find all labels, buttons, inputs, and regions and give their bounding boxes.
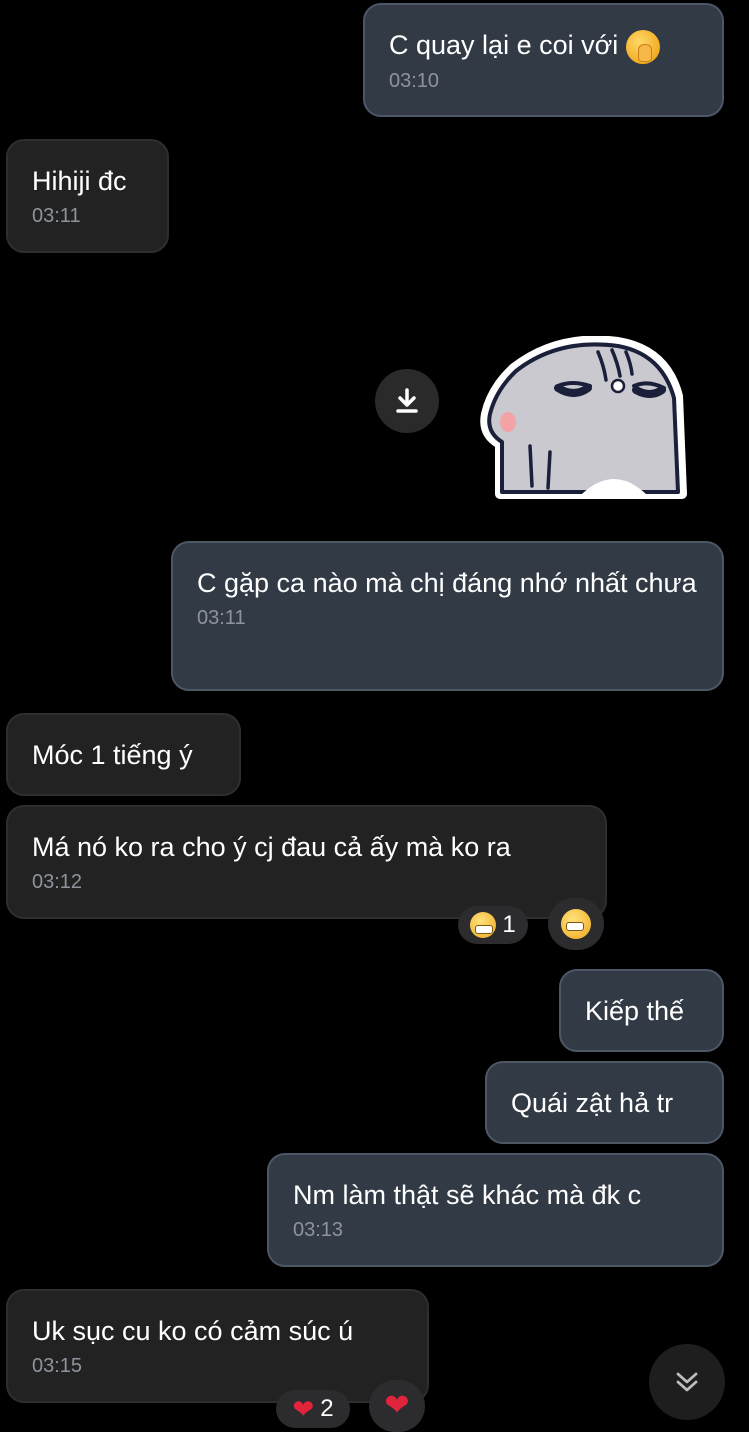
reaction-count: 1 [502, 911, 516, 938]
sticker[interactable] [478, 335, 688, 501]
message-bubble-outgoing[interactable]: C quay lại e coi với 03:10 [363, 3, 724, 117]
message-bubble-outgoing[interactable]: Nm làm thật sẽ khác mà đk c 03:13 [267, 1153, 724, 1267]
message-text: Hihiji đc [32, 166, 127, 196]
download-button[interactable] [375, 369, 439, 433]
message-text: C quay lại e coi với [389, 27, 698, 64]
message-time: 03:11 [197, 607, 246, 629]
message-time: 03:10 [389, 69, 440, 92]
message-text: Kiếp thế [585, 996, 685, 1026]
message-time: 03:11 [32, 205, 81, 227]
message-bubble-outgoing[interactable]: C gặp ca nào mà chị đáng nhớ nhất chưa 0… [171, 541, 724, 691]
message-bubble-incoming[interactable]: Móc 1 tiếng ý [6, 713, 241, 796]
message-text: Móc 1 tiếng ý [32, 740, 193, 770]
download-icon [396, 388, 418, 413]
reaction-heart-count[interactable]: ❤ 2 [276, 1390, 350, 1428]
message-bubble-outgoing[interactable]: Kiếp thế [559, 969, 724, 1052]
message-text: Nm làm thật sẽ khác mà đk c [293, 1180, 642, 1210]
red-heart-icon: ❤ [384, 1389, 410, 1422]
reaction-grimace-count[interactable]: 1 [458, 906, 528, 944]
red-heart-icon: ❤ [292, 1394, 315, 1424]
message-text: C gặp ca nào mà chị đáng nhớ nhất chưa [197, 568, 697, 598]
message-text: Má nó ko ra cho ý cj đau cả ấy mà ko ra [32, 832, 511, 862]
gray-seal-sticker-icon [480, 335, 687, 499]
message-bubble-incoming[interactable]: Hihiji đc 03:11 [6, 139, 169, 253]
message-time: 03:12 [32, 871, 83, 893]
shushing-face-emoji-icon [625, 29, 660, 64]
message-time: 03:13 [293, 1219, 344, 1241]
message-bubble-incoming[interactable]: Má nó ko ra cho ý cj đau cả ấy mà ko ra … [6, 805, 607, 919]
reaction-grimace-button[interactable] [548, 898, 604, 950]
message-bubble-outgoing[interactable]: Quái zật hả tr [485, 1061, 724, 1144]
grimacing-face-icon [470, 912, 497, 938]
grimacing-face-icon [561, 909, 591, 939]
message-text: Quái zật hả tr [511, 1088, 674, 1118]
message-bubble-incoming[interactable]: Uk sục cu ko có cảm súc ú 03:15 [6, 1289, 429, 1403]
message-time: 03:15 [32, 1355, 83, 1377]
message-text: Uk sục cu ko có cảm súc ú [32, 1316, 354, 1346]
reaction-count: 2 [320, 1395, 334, 1422]
scroll-to-bottom-button[interactable] [649, 1344, 725, 1420]
reaction-heart-button[interactable]: ❤ [369, 1380, 425, 1432]
chevron-double-down-icon [676, 1372, 698, 1392]
